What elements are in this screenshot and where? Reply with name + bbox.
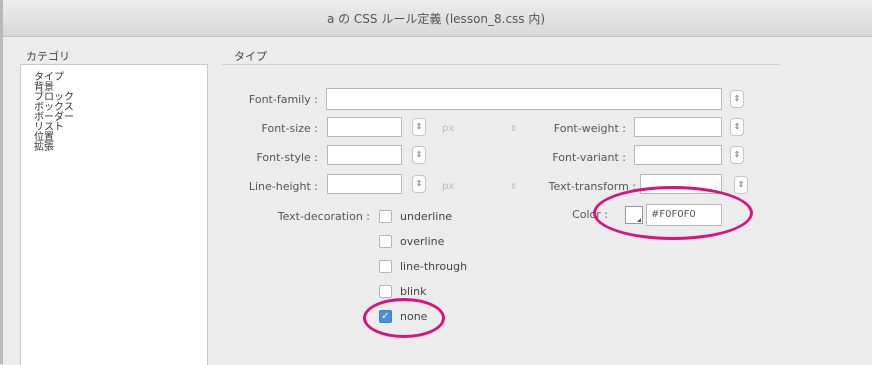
line-height-unit-stepper-icon[interactable]: ⇕	[510, 182, 517, 191]
underline-checkbox[interactable]	[379, 210, 392, 223]
font-family-input[interactable]	[326, 88, 722, 110]
line-through-label[interactable]: line-through	[400, 260, 467, 273]
font-style-input[interactable]	[327, 145, 402, 165]
underline-label[interactable]: underline	[400, 210, 452, 223]
up-down-arrows-icon: ⇕	[733, 94, 741, 103]
font-size-unit-stepper-icon[interactable]: ⇕	[510, 124, 517, 133]
font-weight-stepper[interactable]: ⇕	[730, 118, 744, 136]
font-size-input[interactable]	[327, 117, 402, 137]
up-down-arrows-icon: ⇕	[415, 122, 423, 131]
text-transform-label: Text-transform :	[548, 180, 636, 193]
category-heading: カテゴリ	[26, 50, 70, 63]
window-titlebar: a の CSS ルール定義 (lesson_8.css 内)	[0, 0, 872, 37]
font-size-unit[interactable]: px	[442, 123, 454, 134]
none-highlight-ellipse	[363, 298, 445, 338]
font-variant-input[interactable]	[634, 145, 722, 165]
up-down-arrows-icon: ⇕	[737, 180, 745, 189]
up-down-arrows-icon: ⇕	[415, 150, 423, 159]
blink-checkbox[interactable]	[379, 285, 392, 298]
font-family-label: Font-family :	[248, 93, 318, 106]
line-height-input[interactable]	[327, 174, 402, 194]
font-style-stepper[interactable]: ⇕	[412, 146, 426, 164]
overline-checkbox[interactable]	[379, 235, 392, 248]
panel-heading: タイプ	[234, 50, 267, 63]
line-height-stepper[interactable]: ⇕	[412, 175, 426, 193]
text-decoration-label: Text-decoration :	[277, 210, 370, 223]
text-transform-stepper[interactable]: ⇕	[734, 176, 748, 194]
font-style-label: Font-style :	[256, 151, 319, 164]
font-size-label: Font-size :	[261, 122, 318, 135]
line-height-unit[interactable]: px	[442, 181, 454, 192]
up-down-arrows-icon: ⇕	[415, 179, 423, 188]
font-variant-label: Font-variant :	[552, 151, 626, 164]
window-title: a の CSS ルール定義 (lesson_8.css 内)	[326, 12, 546, 26]
category-list[interactable]: タイプ 背景 ブロック ボックス ボーダー リスト 位置 拡張	[20, 64, 208, 365]
overline-label[interactable]: overline	[400, 235, 444, 248]
category-item-extensions[interactable]: 拡張	[34, 143, 54, 153]
color-highlight-ellipse	[593, 186, 753, 240]
font-variant-stepper[interactable]: ⇕	[730, 146, 744, 164]
up-down-arrows-icon: ⇕	[733, 150, 741, 159]
font-weight-input[interactable]	[634, 117, 722, 137]
font-family-stepper[interactable]: ⇕	[730, 90, 744, 108]
up-down-arrows-icon: ⇕	[733, 122, 741, 131]
window-left-edge	[0, 0, 3, 364]
font-weight-label: Font-weight :	[553, 122, 626, 135]
line-height-label: Line-height :	[248, 180, 318, 193]
panel-divider	[222, 64, 780, 65]
line-through-checkbox[interactable]	[379, 260, 392, 273]
blink-label[interactable]: blink	[400, 285, 426, 298]
font-size-stepper[interactable]: ⇕	[412, 118, 426, 136]
